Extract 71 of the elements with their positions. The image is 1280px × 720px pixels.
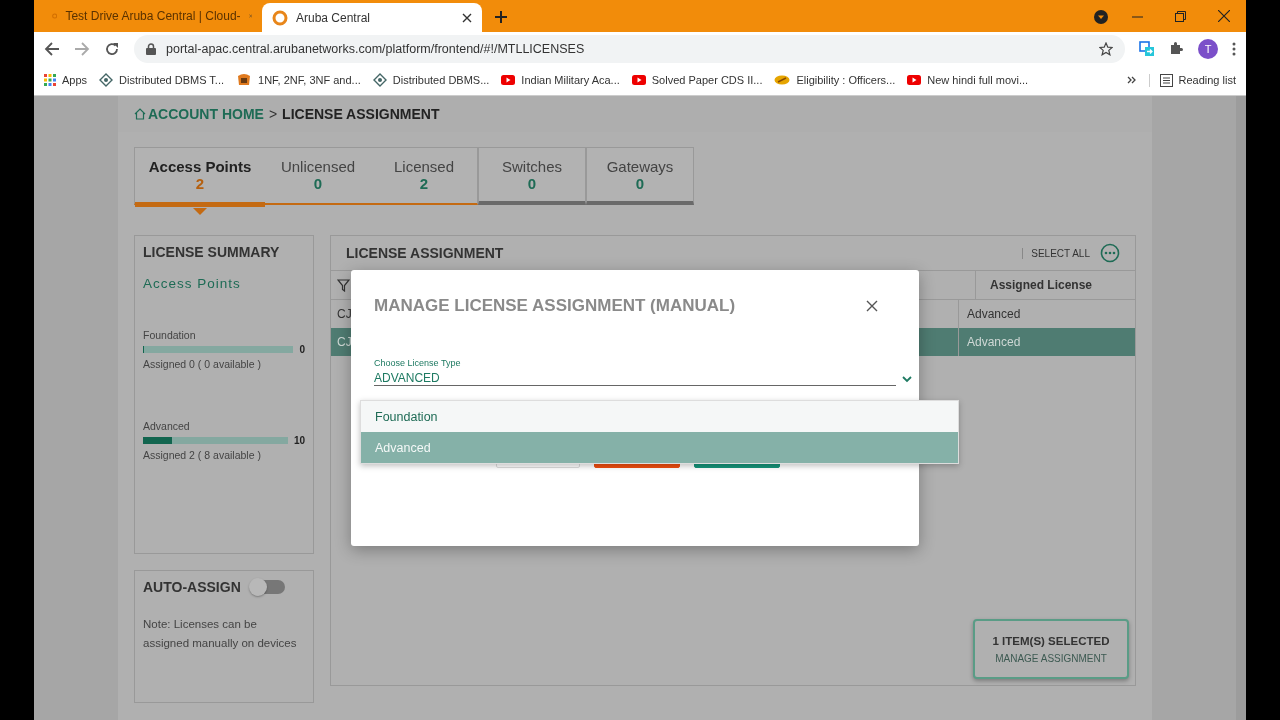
reload-button[interactable]: [104, 40, 120, 57]
panel-title: AUTO-ASSIGN: [143, 579, 241, 595]
play-icon: [501, 75, 516, 85]
selected-caret-icon: [193, 208, 207, 215]
dropdown-option[interactable]: Foundation: [361, 401, 958, 432]
bookmark[interactable]: New hindi full movi...: [907, 74, 1029, 86]
scrollbar[interactable]: [1236, 96, 1246, 720]
diamond-icon: [99, 73, 114, 87]
bookmark[interactable]: Indian Military Aca...: [501, 74, 620, 86]
address-bar[interactable]: portal-apac.central.arubanetworks.com/platform/frontend/#!/MTLLICENSES: [134, 34, 1125, 63]
restore-button[interactable]: [1175, 11, 1186, 22]
table-cell: Advanced: [967, 335, 1021, 349]
table-cell: CJ: [337, 335, 352, 349]
filter-icon[interactable]: [337, 278, 350, 292]
breadcrumb-current: LICENSE ASSIGNMENT: [282, 106, 440, 122]
modal-title: MANAGE LICENSE ASSIGNMENT (MANUAL): [374, 296, 736, 316]
new-tab-button[interactable]: [494, 10, 508, 24]
bookmark[interactable]: Eligibility : Officers...: [774, 74, 896, 86]
play-icon: [907, 75, 922, 85]
breadcrumb-separator: >: [268, 106, 278, 122]
device-tab[interactable]: Unlicensed 0: [265, 148, 371, 203]
bookmark[interactable]: Solved Paper CDS II...: [631, 74, 763, 86]
star-icon[interactable]: [1099, 41, 1113, 56]
chevron-icon[interactable]: [1126, 76, 1137, 84]
bookmark[interactable]: Distributed DBMS...: [372, 73, 490, 87]
table-cell: CJ: [337, 307, 352, 321]
note-text: Note: Licenses can be assigned manually on devices: [143, 617, 298, 651]
puzzle-icon[interactable]: [1169, 41, 1184, 56]
apps-grid-icon: [44, 74, 56, 86]
close-icon[interactable]: [866, 300, 878, 312]
panel-title: LICENSE SUMMARY: [143, 244, 281, 260]
device-tab[interactable]: Licensed 2: [371, 148, 477, 203]
badge-icon: [236, 73, 253, 87]
browser-tab[interactable]: Test Drive Aruba Central | Cloud-: [42, 0, 262, 32]
tab-search-button[interactable]: [1094, 10, 1108, 24]
bookmark[interactable]: Distributed DBMS T...: [99, 73, 225, 87]
device-tab[interactable]: Access Points 2: [135, 148, 265, 207]
license-total: 0: [299, 344, 305, 355]
chevron-down-icon: [902, 376, 912, 383]
profile-avatar[interactable]: T: [1198, 38, 1218, 59]
selection-count: 1 ITEM(S) SELECTED: [992, 634, 1110, 647]
home-icon: [134, 108, 146, 120]
back-button[interactable]: [44, 40, 60, 57]
panel-subtitle: Access Points: [143, 276, 242, 291]
column-header[interactable]: Assigned License: [975, 271, 1135, 299]
license-assigned: Assigned 0 ( 0 available ): [143, 358, 262, 370]
license-assigned: Assigned 2 ( 8 available ): [143, 449, 262, 461]
license-total: 10: [293, 435, 305, 446]
select-all-link[interactable]: SELECT ALL: [1022, 247, 1090, 259]
bookmark[interactable]: Apps: [44, 74, 88, 86]
reading-list-button[interactable]: Reading list: [1148, 73, 1236, 87]
play-icon: [631, 75, 646, 85]
license-name: Foundation: [143, 329, 197, 341]
table-cell: Advanced: [967, 307, 1021, 321]
lock-icon: [146, 42, 156, 55]
list-icon: [1159, 73, 1173, 87]
close-icon[interactable]: [462, 12, 472, 23]
diamond-icon: [372, 73, 387, 87]
menu-icon[interactable]: [1232, 41, 1236, 56]
close-window-button[interactable]: [1218, 10, 1230, 22]
browser-tab[interactable]: Aruba Central: [262, 3, 482, 32]
more-options-icon[interactable]: [1100, 243, 1120, 263]
license-type-select[interactable]: Choose License Type ADVANCED: [374, 358, 896, 386]
extension-icon[interactable]: [1139, 40, 1155, 57]
manage-assignment-link[interactable]: MANAGE ASSIGNMENT: [995, 652, 1107, 664]
aruba-logo-icon: [272, 9, 288, 26]
auto-assign-toggle[interactable]: [250, 580, 285, 594]
bookmark[interactable]: 1NF, 2NF, 3NF and...: [236, 73, 361, 87]
panel-title: LICENSE ASSIGNMENT: [346, 245, 504, 261]
oval-logo-icon: [774, 75, 791, 85]
license-name: Advanced: [143, 420, 191, 432]
